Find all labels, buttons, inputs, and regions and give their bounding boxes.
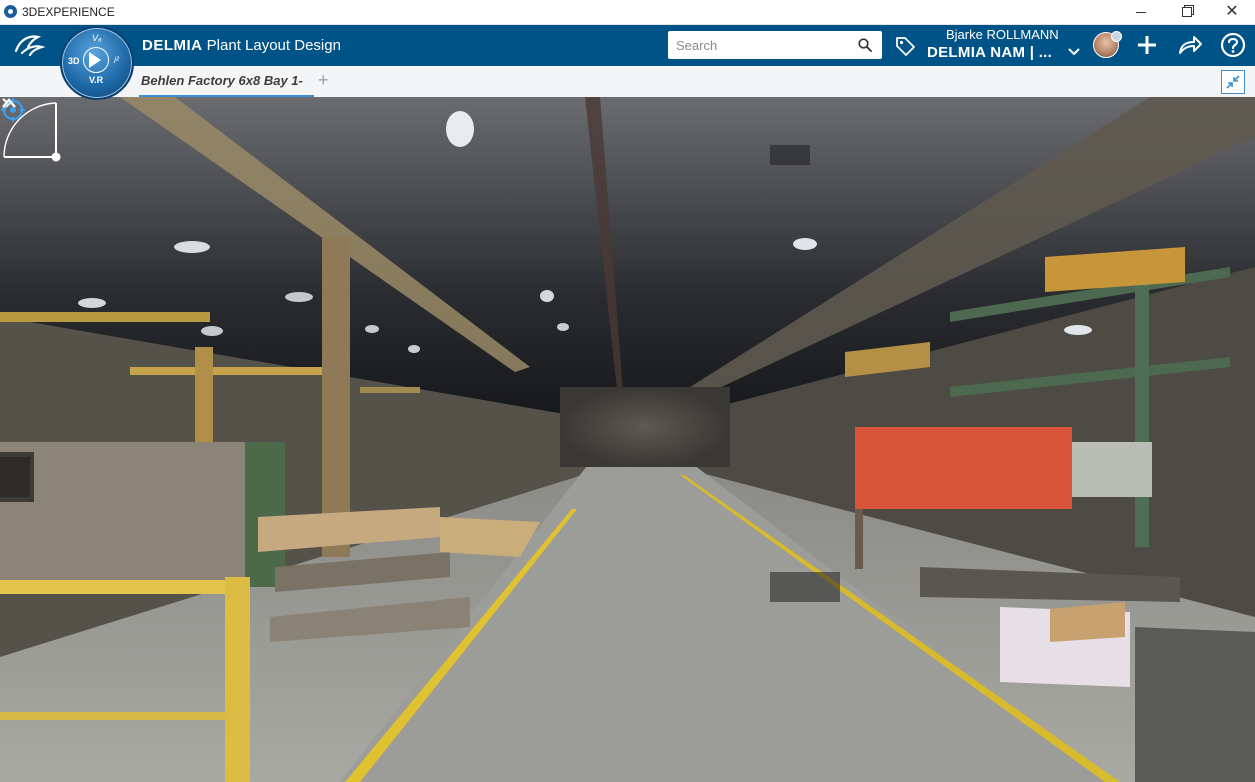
maximize-button[interactable] — [1164, 0, 1210, 24]
chevron-down-icon[interactable] — [1067, 45, 1081, 57]
window-title: 3DEXPERIENCE — [22, 5, 115, 19]
play-icon[interactable] — [89, 52, 101, 68]
close-window-button[interactable]: ✕ — [1209, 0, 1255, 24]
compass-top-label: V₆ — [92, 33, 102, 43]
window-titlebar: 3DEXPERIENCE ✕ — [0, 0, 1255, 25]
user-name[interactable]: Bjarke ROLLMANN — [946, 27, 1059, 42]
app-name: Plant Layout Design — [206, 37, 341, 54]
compass-3d-label[interactable]: 3D — [68, 56, 80, 66]
avatar-status-badge — [1111, 31, 1122, 42]
minimize-button[interactable] — [1118, 0, 1164, 24]
tab-behlen-factory[interactable]: Behlen Factory 6x8 Bay 1- — [139, 66, 314, 97]
app-brand: DELMIA — [142, 37, 203, 54]
compass-vr-label[interactable]: V.R — [89, 75, 103, 85]
chevron-up-icon[interactable] — [0, 97, 18, 109]
point-cloud-scene — [0, 97, 1255, 782]
compass-widget[interactable]: V₆ 3D i² V.R — [60, 26, 134, 100]
top-bar: DELMIA Plant Layout Design Bjarke ROLLMA… — [0, 25, 1255, 66]
app-title: DELMIA Plant Layout Design — [142, 37, 341, 54]
add-tab-button[interactable]: + — [318, 70, 329, 91]
search-box — [668, 31, 882, 59]
search-icon[interactable] — [858, 38, 872, 52]
3dexperience-app-icon — [4, 5, 17, 18]
tag-icon[interactable] — [894, 35, 916, 57]
compass-right-label[interactable]: i² — [114, 55, 119, 65]
3d-viewport[interactable] — [0, 97, 1255, 782]
search-input[interactable] — [668, 31, 864, 59]
help-icon[interactable] — [1220, 32, 1246, 58]
tab-bar: Behlen Factory 6x8 Bay 1- + — [0, 66, 1255, 98]
tab-label: Behlen Factory 6x8 Bay 1- — [141, 73, 303, 88]
plus-icon[interactable] — [1135, 33, 1159, 57]
ds-logo-icon[interactable] — [12, 33, 46, 57]
user-tenant[interactable]: DELMIA NAM | ... — [927, 44, 1052, 61]
collapse-icon[interactable] — [1221, 70, 1245, 94]
share-icon[interactable] — [1177, 33, 1203, 57]
close-icon: ✕ — [1225, 3, 1239, 20]
